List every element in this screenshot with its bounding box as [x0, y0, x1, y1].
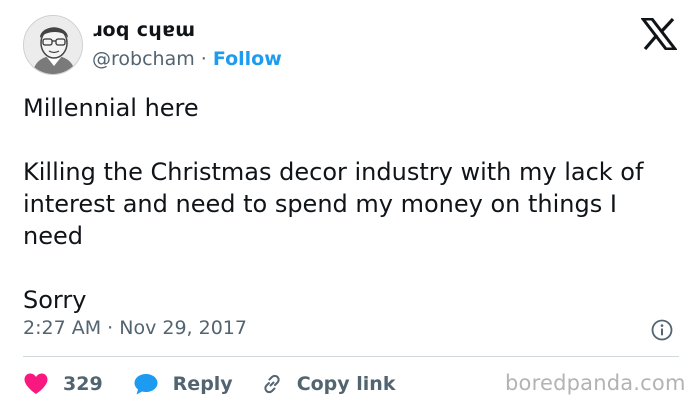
info-icon[interactable]: [651, 319, 673, 341]
tweet-paragraph: Killing the Christmas decor industry wit…: [23, 158, 644, 250]
action-bar: 329 Reply Copy link: [23, 370, 395, 398]
like-count: 329: [63, 373, 103, 395]
x-logo-icon[interactable]: [641, 18, 677, 50]
copy-link-button[interactable]: Copy link: [261, 373, 396, 395]
tweet-card: ɹoq cɥɐɯ @robcham · Follow Millennial he…: [0, 0, 700, 410]
handle-separator: ·: [200, 48, 207, 70]
avatar-illustration: [24, 16, 82, 74]
tweet-paragraph: Sorry: [23, 286, 87, 314]
tweet-date: Nov 29, 2017: [119, 317, 247, 339]
follow-button[interactable]: Follow: [213, 48, 282, 70]
tweet-text: Millennial here Killing the Christmas de…: [23, 92, 683, 316]
timestamp-separator: ·: [107, 317, 114, 339]
handle[interactable]: @robcham: [92, 48, 195, 70]
handle-row: @robcham · Follow: [92, 47, 282, 71]
tweet-time: 2:27 AM: [23, 317, 102, 339]
reply-button[interactable]: Reply: [133, 372, 261, 396]
reply-label: Reply: [172, 373, 233, 395]
divider: [23, 356, 679, 357]
avatar[interactable]: [23, 15, 83, 75]
timestamp[interactable]: 2:27 AM · Nov 29, 2017: [23, 316, 247, 340]
copy-link-label: Copy link: [296, 373, 396, 395]
heart-icon: [24, 373, 48, 394]
link-icon: [264, 374, 280, 394]
watermark: boredpanda.com: [505, 371, 686, 395]
reply-bubble-icon: [134, 374, 158, 395]
display-name[interactable]: ɹoq cɥɐɯ: [92, 18, 195, 42]
like-button[interactable]: 329: [23, 372, 133, 396]
tweet-paragraph: Millennial here: [23, 94, 199, 122]
